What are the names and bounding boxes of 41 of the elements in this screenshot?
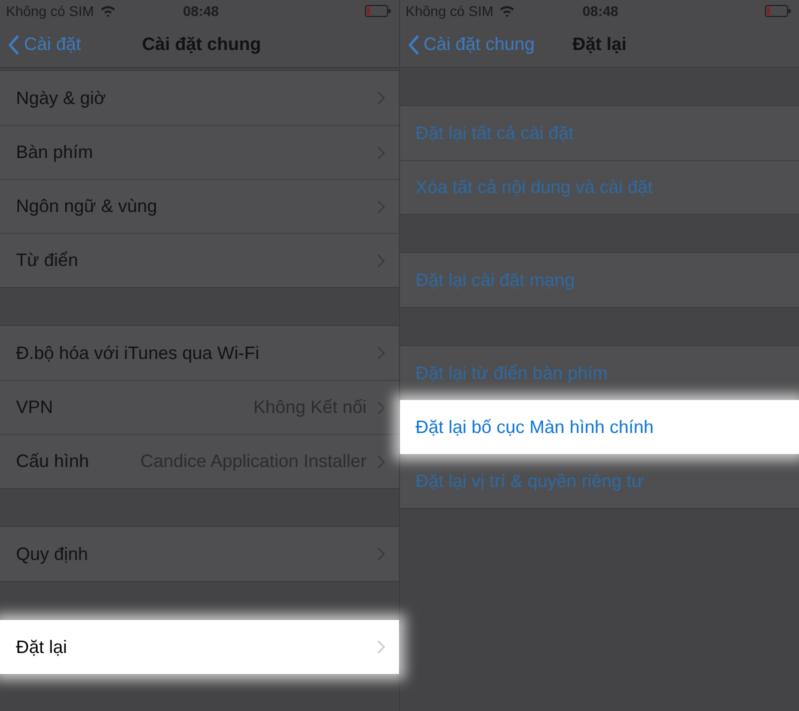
settings-row[interactable]: Từ điển (0, 233, 398, 287)
settings-row[interactable]: Ngày & giờ (0, 71, 398, 125)
settings-row[interactable]: Đ.bộ hóa với iTunes qua Wi-Fi (0, 326, 398, 380)
row-label: Đặt lại (16, 636, 68, 658)
settings-row[interactable]: Bàn phím (0, 125, 398, 179)
row-label: Từ điển (16, 249, 78, 272)
wifi-icon (499, 5, 516, 17)
row-label: Xóa tất cả nội dung và cài đặt (416, 176, 653, 199)
screen-title: Đặt lại (572, 33, 627, 56)
settings-row[interactable]: Xóa tất cả nội dung và cài đặt (400, 160, 799, 214)
row-label: Quy định (16, 542, 88, 566)
back-button[interactable]: Cài đặt (0, 31, 82, 58)
wifi-icon (100, 5, 116, 17)
settings-row[interactable]: Ngôn ngữ & vùng (0, 179, 398, 233)
settings-row[interactable]: Đặt lại cài đặt mạng (400, 253, 799, 307)
settings-row[interactable]: Đặt lại từ điển bàn phím (400, 346, 799, 400)
row-label: VPN (16, 396, 54, 419)
settings-row[interactable]: Đặt lại bố cục Màn hình chính (400, 400, 799, 454)
row-label: Bàn phím (16, 141, 94, 164)
row-label: Đ.bộ hóa với iTunes qua Wi-Fi (16, 342, 260, 365)
chevron-icon (376, 400, 384, 414)
settings-row[interactable]: Đặt lại vị trí & quyền riêng tư (400, 454, 799, 508)
row-label: Đặt lại tất cả cài đặt (416, 122, 574, 144)
back-button[interactable]: Cài đặt chung (400, 31, 535, 58)
settings-row[interactable]: Đặt lại (0, 620, 398, 674)
battery-icon (364, 5, 390, 17)
screen-title: Cài đặt chung (142, 33, 262, 56)
row-label: Đặt lại vị trí & quyền riêng tư (416, 470, 644, 493)
back-chevron-icon (408, 34, 420, 54)
chevron-icon (376, 640, 384, 654)
battery-icon (765, 5, 791, 17)
row-label: Cấu hình (16, 450, 90, 473)
back-chevron-icon (8, 34, 20, 54)
settings-row[interactable]: Quy định (0, 527, 398, 581)
row-label: Đặt lại cài đặt mạng (416, 268, 575, 292)
row-label: Ngày & giờ (16, 86, 106, 110)
chevron-icon (376, 454, 384, 468)
settings-row[interactable]: Đặt lại tất cả cài đặt (400, 106, 799, 160)
row-label: Đặt lại bố cục Màn hình chính (416, 416, 654, 438)
row-label: Ngôn ngữ & vùng (16, 195, 158, 218)
row-label: Đặt lại từ điển bàn phím (416, 362, 608, 385)
